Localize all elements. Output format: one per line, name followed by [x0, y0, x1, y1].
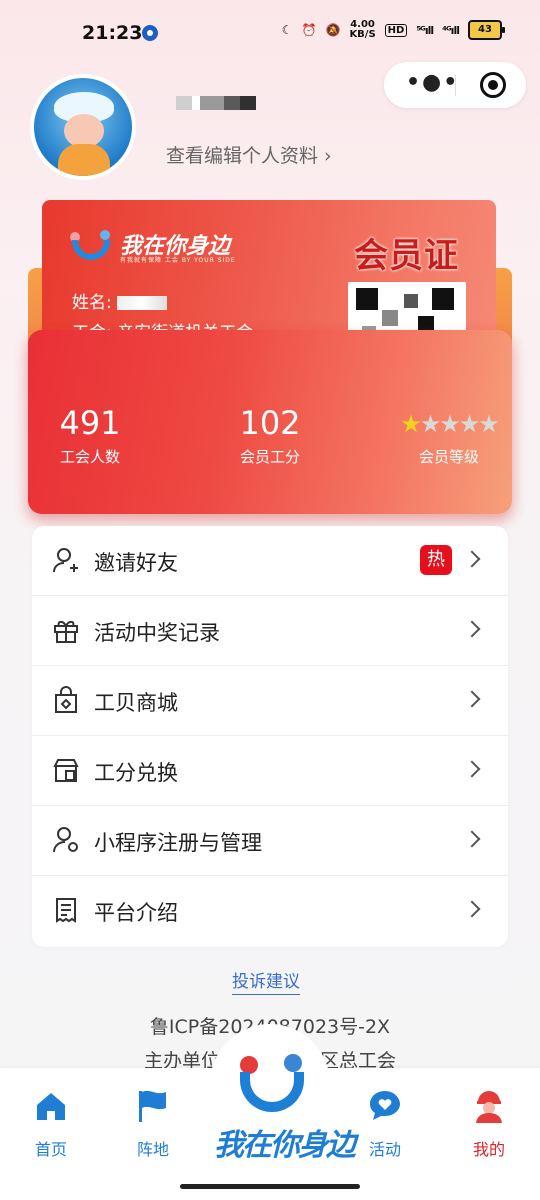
- star-empty-icon: ★: [458, 410, 480, 438]
- status-right: ☾ ⏰ 🔕 4.00 KB/S HD ⁵ᴳıll ⁴ᴳıll 43: [281, 19, 505, 40]
- hd-badge: HD: [384, 23, 408, 37]
- flag-icon: [139, 1090, 166, 1122]
- edit-profile-link[interactable]: 查看编辑个人资料 ›: [166, 141, 332, 168]
- chevron-right-icon: [463, 620, 481, 638]
- card-name-row: 姓名:: [72, 288, 168, 313]
- menu-item-mall[interactable]: 工贝商城: [32, 666, 508, 736]
- tab-mine[interactable]: 我的: [454, 1088, 524, 1160]
- user-settings-icon: [53, 827, 78, 853]
- chevron-right-icon: [463, 900, 481, 918]
- stat-members-value: 491: [59, 404, 121, 442]
- menu-item-prize-records[interactable]: 活动中奖记录: [32, 596, 508, 666]
- center-logo-icon[interactable]: [234, 1050, 308, 1120]
- worker-avatar-icon: [476, 1091, 502, 1123]
- menu-item-points-exchange[interactable]: 工分兑换: [32, 736, 508, 806]
- menu-item-label: 邀请好友: [94, 551, 178, 575]
- card-logo-subtext: 有我就有保障 工会 BY YOUR SIDE: [120, 257, 236, 264]
- menu-list: 邀请好友 热 活动中奖记录 工贝商城 工分兑换 小程序注册与管理 平台介绍: [32, 526, 508, 947]
- document-icon: [56, 898, 76, 923]
- add-user-icon: [53, 548, 78, 573]
- stat-level-label: 会员等级: [418, 448, 479, 466]
- chevron-right-icon: [463, 760, 481, 778]
- tab-label: 首页: [34, 1140, 67, 1159]
- close-miniprogram-icon[interactable]: [480, 72, 506, 98]
- name-value-blurred: [117, 296, 168, 310]
- stat-level: ★★★★★ 会员等级: [390, 410, 508, 467]
- level-stars: ★★★★★: [390, 410, 508, 438]
- chat-heart-icon: [370, 1091, 400, 1120]
- tab-label: 我的: [472, 1140, 505, 1159]
- home-indicator[interactable]: [180, 1184, 360, 1189]
- username-blurred: [176, 96, 256, 110]
- more-icon[interactable]: •●•: [406, 72, 459, 94]
- mute-icon: 🔕: [325, 23, 341, 37]
- chevron-right-icon: [463, 550, 481, 568]
- signal-5g-icon: ⁵ᴳıll: [416, 23, 434, 37]
- gift-icon: [54, 620, 78, 643]
- avatar-body: [58, 144, 110, 176]
- tab-label: 活动: [368, 1140, 401, 1159]
- tab-home[interactable]: 首页: [16, 1088, 86, 1160]
- chevron-right-icon: [463, 830, 481, 848]
- alarm-icon: ⏰: [301, 23, 317, 37]
- menu-item-label: 小程序注册与管理: [94, 831, 262, 855]
- avatar-face: [64, 114, 104, 148]
- network-speed: 4.00 KB/S: [349, 19, 376, 40]
- signal-4g-icon: ⁴ᴳıll: [442, 23, 460, 37]
- star-empty-icon: ★: [439, 410, 460, 438]
- menu-item-label: 平台介绍: [94, 901, 178, 925]
- hot-badge: 热: [420, 545, 452, 575]
- card-title: 会员证: [354, 236, 459, 276]
- menu-item-invite[interactable]: 邀请好友 热: [32, 526, 508, 596]
- stat-points-label: 会员工分: [239, 448, 300, 466]
- tab-label: 阵地: [136, 1140, 169, 1159]
- app-notification-icon: [142, 25, 158, 41]
- tab-activities[interactable]: 活动: [350, 1088, 420, 1160]
- capsule-divider: [455, 74, 456, 96]
- chevron-right-icon: [463, 690, 481, 708]
- moon-icon: ☾: [281, 23, 293, 37]
- menu-item-platform-intro[interactable]: 平台介绍: [32, 876, 508, 946]
- complaint-link[interactable]: 投诉建议: [232, 967, 300, 995]
- menu-item-miniprogram-admin[interactable]: 小程序注册与管理: [32, 806, 508, 876]
- star-empty-icon: ★: [419, 410, 441, 438]
- menu-item-label: 活动中奖记录: [94, 621, 220, 645]
- center-tab-label[interactable]: 我在你身边: [214, 1120, 356, 1164]
- stat-points: 102 会员工分: [230, 404, 310, 467]
- home-icon: [37, 1093, 65, 1120]
- status-time: 21:23: [82, 22, 143, 44]
- stat-members: 491 工会人数: [52, 404, 128, 467]
- shopping-bag-icon: [55, 686, 77, 713]
- battery-icon: 43: [468, 20, 505, 40]
- name-label: 姓名:: [72, 293, 112, 313]
- avatar[interactable]: [30, 74, 136, 180]
- tab-position[interactable]: 阵地: [118, 1088, 188, 1160]
- stat-members-label: 工会人数: [59, 448, 120, 466]
- miniprogram-capsule: •●•: [384, 62, 526, 108]
- menu-item-label: 工贝商城: [94, 691, 178, 715]
- store-exchange-icon: [53, 759, 79, 782]
- menu-item-label: 工分兑换: [94, 761, 178, 785]
- status-bar: 21:23 ☾ ⏰ 🔕 4.00 KB/S HD ⁵ᴳıll ⁴ᴳıll 43: [0, 0, 540, 66]
- star-empty-icon: ★: [478, 410, 499, 438]
- star-filled-icon: ★: [400, 410, 421, 438]
- stat-points-value: 102: [239, 404, 301, 442]
